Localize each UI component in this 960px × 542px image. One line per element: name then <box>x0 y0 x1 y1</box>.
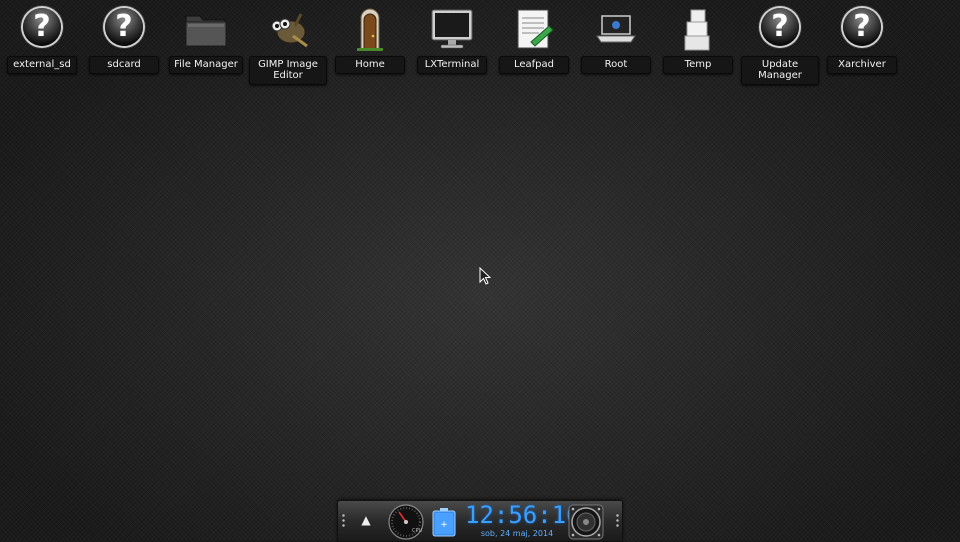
desktop-icon-home[interactable]: Home <box>329 4 411 84</box>
desktop-icon-label: File Manager <box>169 56 243 74</box>
desktop[interactable]: ? external_sd ? sdcard File Manager GIMP… <box>0 0 960 500</box>
unknown-question-icon: ? <box>103 6 145 52</box>
cpu-gauge-icon[interactable]: CPU <box>388 504 424 540</box>
desktop-icon-label: Root <box>581 56 651 74</box>
monitor-icon <box>431 6 473 52</box>
home-door-icon <box>349 6 391 52</box>
folder-icon <box>185 6 227 52</box>
gimp-icon <box>267 6 309 52</box>
unknown-question-icon: ? <box>841 6 883 52</box>
taskbar[interactable]: ▲ CPU + 12:56:16 sob, 24 maj, 2014 <box>337 500 623 542</box>
desktop-icon-label: Xarchiver <box>827 56 897 74</box>
taskbar-right-grip[interactable] <box>616 513 619 529</box>
laptop-icon <box>595 6 637 52</box>
desktop-icon-root[interactable]: Root <box>575 4 657 84</box>
mouse-cursor-icon <box>479 267 491 285</box>
desktop-icon-label: Leafpad <box>499 56 569 74</box>
desktop-icon-sdcard[interactable]: ? sdcard <box>83 4 165 84</box>
clock-date: sob, 24 maj, 2014 <box>480 529 554 538</box>
desktop-icon-label: Update Manager <box>741 56 819 85</box>
desktop-icon-update-manager[interactable]: ? Update Manager <box>739 4 821 85</box>
desktop-icon-gimp[interactable]: GIMP Image Editor <box>247 4 329 85</box>
unknown-question-icon: ? <box>21 6 63 52</box>
speaker-volume-icon[interactable] <box>568 504 604 540</box>
desktop-icon-lxterminal[interactable]: LXTerminal <box>411 4 493 84</box>
cpu-gauge-label: CPU <box>412 528 423 534</box>
svg-text:+: + <box>440 520 448 530</box>
desktop-icon-external-sd[interactable]: ? external_sd <box>1 4 83 84</box>
tray-toggle-button[interactable]: ▲ <box>358 511 374 529</box>
battery-charging-icon[interactable]: + <box>430 507 458 537</box>
clock[interactable]: 12:56:16 sob, 24 maj, 2014 <box>465 501 581 541</box>
desktop-icon-label: LXTerminal <box>417 56 487 74</box>
desktop-icon-label: external_sd <box>7 56 77 74</box>
desktop-icon-label: Home <box>335 56 405 74</box>
desktop-icon-file-manager[interactable]: File Manager <box>165 4 247 84</box>
desktop-icon-label: GIMP Image Editor <box>249 56 327 85</box>
desktop-icon-label: sdcard <box>89 56 159 74</box>
desktop-icon-leafpad[interactable]: Leafpad <box>493 4 575 84</box>
notepad-icon <box>513 6 555 52</box>
clock-time: 12:56:16 <box>465 501 581 529</box>
unknown-question-icon: ? <box>759 6 801 52</box>
desktop-icon-xarchiver[interactable]: ? Xarchiver <box>821 4 903 84</box>
desktop-icon-temp[interactable]: Temp <box>657 4 739 84</box>
desktop-icon-label: Temp <box>663 56 733 74</box>
taskbar-left-grip[interactable] <box>342 513 345 529</box>
boxes-icon <box>677 6 719 52</box>
